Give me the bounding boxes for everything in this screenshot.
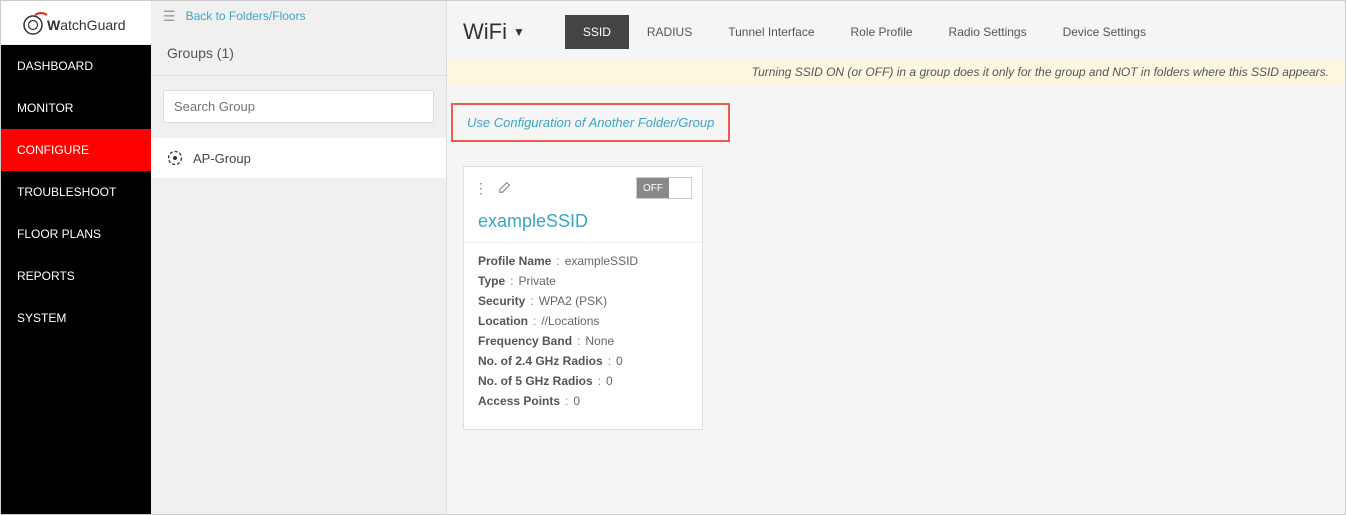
ssid-card: ⋮ OFF exampleSSID Profile Name:exampleSS… bbox=[463, 166, 703, 430]
hamburger-icon[interactable]: ☰ bbox=[163, 8, 176, 25]
wifi-title-label: WiFi bbox=[463, 19, 507, 45]
prop-location: Location://Locations bbox=[478, 311, 688, 331]
ssid-card-body: Profile Name:exampleSSID Type:Private Se… bbox=[464, 242, 702, 429]
main-content: WiFi ▼ SSID RADIUS Tunnel Interface Role… bbox=[447, 1, 1345, 514]
nav-floor-plans[interactable]: FLOOR PLANS bbox=[1, 213, 151, 255]
wifi-header-row: WiFi ▼ SSID RADIUS Tunnel Interface Role… bbox=[447, 1, 1345, 59]
tab-role-profile[interactable]: Role Profile bbox=[833, 15, 931, 49]
prop-5-radios: No. of 5 GHz Radios:0 bbox=[478, 371, 688, 391]
prop-access-points: Access Points:0 bbox=[478, 391, 688, 411]
ssid-group-notice: Turning SSID ON (or OFF) in a group does… bbox=[447, 59, 1345, 85]
svg-text:WatchGuard: WatchGuard bbox=[47, 17, 126, 33]
prop-profile-name: Profile Name:exampleSSID bbox=[478, 251, 688, 271]
nav-monitor[interactable]: MONITOR bbox=[1, 87, 151, 129]
wifi-title-dropdown[interactable]: WiFi ▼ bbox=[463, 19, 525, 45]
tab-radio-settings[interactable]: Radio Settings bbox=[931, 15, 1045, 49]
edit-icon[interactable] bbox=[498, 180, 512, 197]
search-group-input[interactable] bbox=[163, 90, 434, 123]
ssid-toggle[interactable]: OFF bbox=[636, 177, 692, 199]
nav-configure[interactable]: CONFIGURE bbox=[1, 129, 151, 171]
tab-radius[interactable]: RADIUS bbox=[629, 15, 710, 49]
wifi-tabs: SSID RADIUS Tunnel Interface Role Profil… bbox=[565, 15, 1164, 49]
groups-header: Groups (1) bbox=[151, 31, 446, 76]
tab-ssid[interactable]: SSID bbox=[565, 15, 629, 49]
logo: WatchGuard bbox=[1, 1, 151, 45]
tab-tunnel[interactable]: Tunnel Interface bbox=[710, 15, 832, 49]
prop-type: Type:Private bbox=[478, 271, 688, 291]
toggle-handle bbox=[669, 178, 691, 198]
caret-down-icon: ▼ bbox=[513, 25, 525, 39]
back-to-folders-link[interactable]: Back to Folders/Floors bbox=[186, 9, 306, 23]
use-config-another-folder-link[interactable]: Use Configuration of Another Folder/Grou… bbox=[451, 103, 730, 142]
nav-reports[interactable]: REPORTS bbox=[1, 255, 151, 297]
watchguard-logo: WatchGuard bbox=[21, 9, 131, 37]
group-item-ap-group[interactable]: AP-Group bbox=[151, 137, 446, 179]
back-row: ☰ Back to Folders/Floors bbox=[151, 1, 446, 31]
prop-frequency-band: Frequency Band:None bbox=[478, 331, 688, 351]
nav-dashboard[interactable]: DASHBOARD bbox=[1, 45, 151, 87]
nav-system[interactable]: SYSTEM bbox=[1, 297, 151, 339]
ssid-name-link[interactable]: exampleSSID bbox=[464, 207, 702, 242]
groups-panel: ☰ Back to Folders/Floors Groups (1) AP-G… bbox=[151, 1, 447, 514]
main-nav-sidebar: WatchGuard DASHBOARD MONITOR CONFIGURE T… bbox=[1, 1, 151, 514]
more-options-icon[interactable]: ⋮ bbox=[474, 180, 488, 197]
prop-24-radios: No. of 2.4 GHz Radios:0 bbox=[478, 351, 688, 371]
group-icon bbox=[167, 150, 183, 166]
tab-device-settings[interactable]: Device Settings bbox=[1045, 15, 1164, 49]
nav-troubleshoot[interactable]: TROUBLESHOOT bbox=[1, 171, 151, 213]
prop-security: Security:WPA2 (PSK) bbox=[478, 291, 688, 311]
toggle-off-label: OFF bbox=[637, 178, 669, 198]
group-item-label: AP-Group bbox=[193, 151, 251, 166]
